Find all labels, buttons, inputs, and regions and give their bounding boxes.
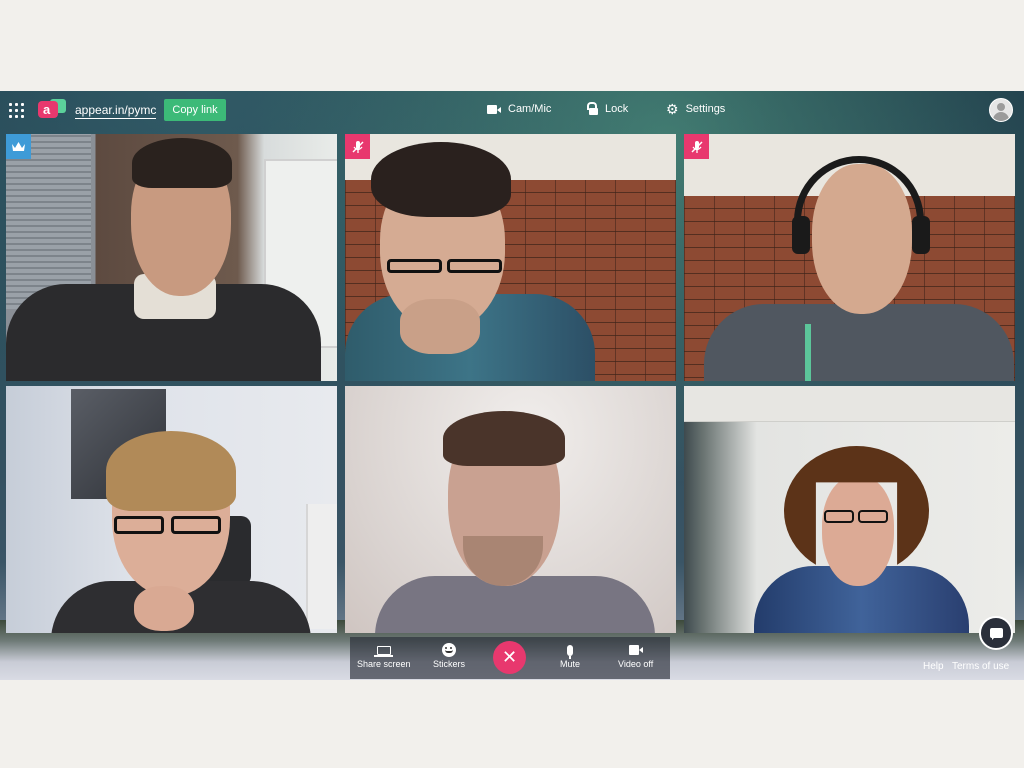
camera-icon	[487, 104, 501, 114]
mic-muted-icon	[351, 140, 364, 153]
smiley-icon	[442, 643, 456, 657]
host-crown-badge	[6, 134, 31, 159]
chat-button[interactable]	[979, 616, 1013, 650]
glasses	[824, 510, 854, 523]
hand	[400, 299, 480, 354]
call-controls: Share screen Stickers ✕ Mute Video off	[350, 637, 670, 679]
video-tile-1[interactable]	[6, 134, 337, 381]
share-screen-label: Share screen	[357, 659, 411, 669]
stickers-label: Stickers	[433, 659, 466, 669]
video-tile-5[interactable]	[345, 386, 676, 633]
share-screen-button[interactable]: Share screen	[357, 641, 411, 669]
avatar[interactable]	[989, 98, 1013, 122]
lock-label: Lock	[605, 103, 629, 115]
window-blinds	[6, 134, 91, 309]
cam-mic-button[interactable]: Cam/Mic	[487, 103, 551, 115]
hand	[134, 586, 194, 631]
top-bar: a appear.in/pymc Copy link Cam/Mic Lock …	[0, 91, 1024, 131]
lock-icon	[586, 102, 598, 115]
glasses	[387, 259, 442, 273]
video-off-button[interactable]: Video off	[618, 641, 653, 669]
cam-mic-label: Cam/Mic	[508, 103, 552, 115]
chat-bubble-icon	[989, 628, 1003, 640]
leave-call-button[interactable]: ✕	[493, 641, 526, 674]
mute-button[interactable]: Mute	[560, 641, 580, 669]
help-link[interactable]: Help	[923, 661, 944, 672]
gear-icon: ⚙	[666, 101, 679, 117]
video-off-label: Video off	[618, 659, 654, 669]
mic-muted-icon	[690, 140, 703, 153]
settings-button[interactable]: ⚙ Settings	[666, 101, 726, 117]
room-name-link[interactable]: appear.in/pymc	[75, 103, 157, 119]
microphone-icon	[567, 644, 573, 659]
laptop-icon	[373, 645, 393, 657]
mute-label: Mute	[560, 659, 581, 669]
settings-label: Settings	[685, 103, 726, 115]
muted-badge	[345, 134, 370, 159]
video-camera-icon	[628, 645, 643, 655]
stickers-button[interactable]: Stickers	[433, 641, 465, 669]
crown-icon	[12, 142, 25, 151]
terms-of-use-link[interactable]: Terms of use	[952, 661, 1009, 672]
muted-badge	[684, 134, 709, 159]
apps-grid-icon[interactable]	[9, 103, 24, 118]
appear-in-logo[interactable]: a	[38, 99, 68, 121]
lock-button[interactable]: Lock	[586, 102, 629, 115]
copy-link-button[interactable]: Copy link	[164, 99, 226, 121]
glasses	[114, 516, 164, 534]
video-tile-6[interactable]	[684, 386, 1015, 633]
participant-face	[822, 476, 894, 586]
meeting-room: a appear.in/pymc Copy link Cam/Mic Lock …	[0, 91, 1024, 680]
video-tile-3[interactable]	[684, 134, 1015, 381]
video-tile-4[interactable]	[6, 386, 337, 633]
video-tile-2[interactable]	[345, 134, 676, 381]
